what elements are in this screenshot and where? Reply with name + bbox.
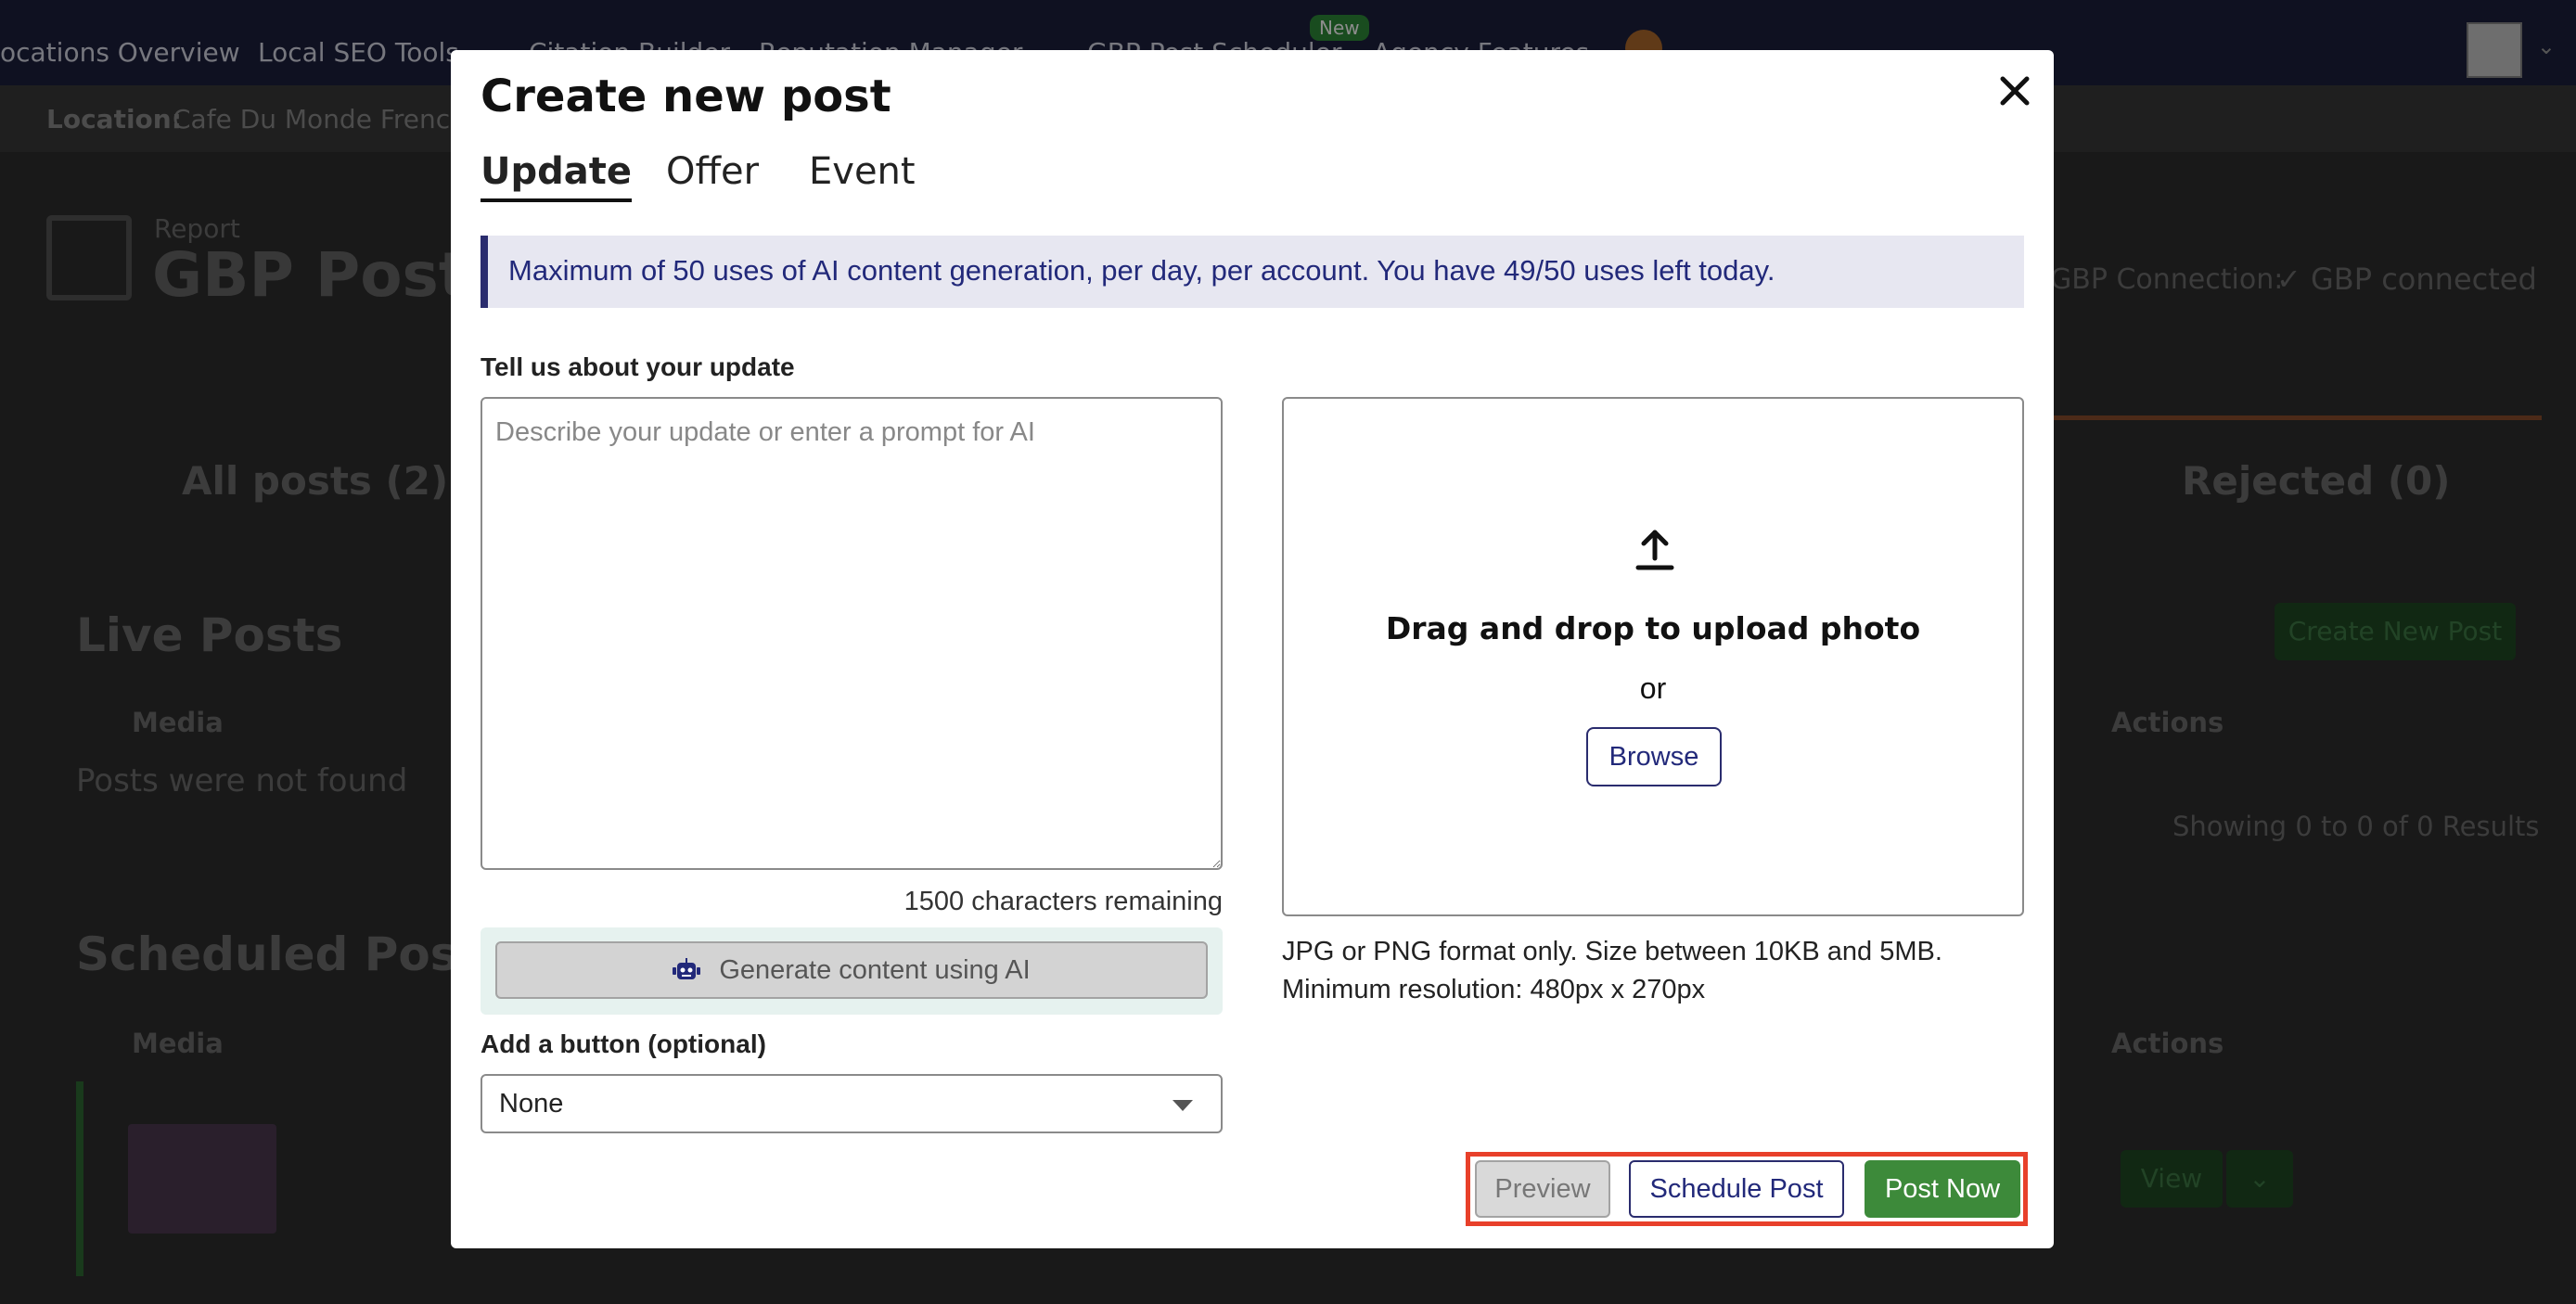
post-now-button[interactable]: Post Now <box>1865 1160 2020 1218</box>
button-type-value: None <box>499 1089 564 1119</box>
characters-remaining: 1500 characters remaining <box>904 887 1223 916</box>
upload-icon <box>1635 530 1674 570</box>
generate-ai-button[interactable]: Generate content using AI <box>495 941 1208 999</box>
upload-requirements: JPG or PNG format only. Size between 10K… <box>1282 933 1942 1009</box>
ai-usage-banner: Maximum of 50 uses of AI content generat… <box>481 236 2024 308</box>
upload-resolution-hint: Minimum resolution: 480px x 270px <box>1282 975 1706 1004</box>
button-type-select[interactable]: None <box>481 1074 1223 1133</box>
photo-dropzone[interactable]: Drag and drop to upload photo or Browse <box>1282 397 2024 916</box>
caret-down-icon <box>1173 1100 1193 1111</box>
robot-icon <box>673 958 701 979</box>
dropzone-title: Drag and drop to upload photo <box>1385 610 1921 646</box>
dropzone-or: or <box>1639 671 1667 705</box>
create-post-modal: Create new post Update Offer Event Maxim… <box>451 50 2054 1248</box>
generate-ai-container: Generate content using AI <box>481 927 1223 1015</box>
close-button[interactable] <box>1991 67 2039 115</box>
tab-offer[interactable]: Offer <box>666 150 759 198</box>
prompt-label: Tell us about your update <box>481 352 795 381</box>
upload-format-hint: JPG or PNG format only. Size between 10K… <box>1282 937 1942 966</box>
tab-update[interactable]: Update <box>481 150 632 202</box>
schedule-post-button[interactable]: Schedule Post <box>1629 1160 1844 1218</box>
close-icon <box>2000 76 2030 106</box>
browse-button[interactable]: Browse <box>1586 727 1722 786</box>
tab-event[interactable]: Event <box>809 150 916 198</box>
generate-ai-label: Generate content using AI <box>719 954 1031 985</box>
ai-usage-text: Maximum of 50 uses of AI content generat… <box>508 254 1775 287</box>
modal-title: Create new post <box>481 70 891 122</box>
preview-button[interactable]: Preview <box>1475 1160 1610 1218</box>
button-select-label: Add a button (optional) <box>481 1029 766 1058</box>
prompt-textarea[interactable] <box>481 397 1223 870</box>
